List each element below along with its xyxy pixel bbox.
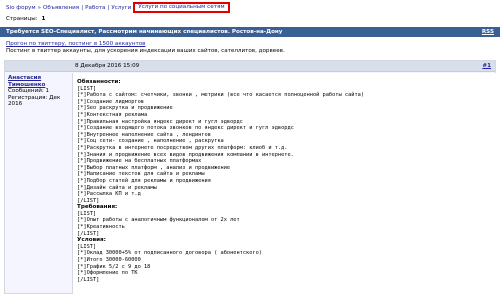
thread-title: Требуется SEO-Специалист, Рассмотрим нач… [6, 29, 283, 35]
post-text-line: [*]График 5/2 с 9 до 18 [77, 263, 151, 270]
breadcrumb: Sio форум » Объявления | Работа | Услуги… [6, 2, 230, 13]
post-text-line: [/LIST] [77, 276, 100, 283]
author-name[interactable]: Анастасия Тимошенко [8, 75, 67, 88]
post-number-link[interactable]: #1 [482, 63, 491, 69]
breadcrumb-item-forum[interactable]: Sio форум [6, 5, 36, 11]
sponsored-ad: Прогон по твиттеру, постинг в 1500 аккау… [4, 40, 496, 57]
post-section-heading: Условия: [77, 237, 106, 244]
post-text-line: [*]Правильная настройка яндекс директ и … [77, 118, 243, 125]
post-text-line: [*]Контекстная реклама [77, 111, 148, 118]
post-text-line: [*]Внутреннее наполнение сайта , лендинг… [77, 131, 211, 138]
post-text-line: [*]Создание лидморгов [77, 98, 144, 105]
breadcrumb-item-announcements[interactable]: Объявления [43, 5, 79, 11]
post-text-line: [*]Дизайн сайта и рекламы [77, 184, 157, 191]
breadcrumb-item-work[interactable]: Работа [85, 5, 105, 11]
post-text-line: [*]Соц сети- создание , наполнение , рас… [77, 138, 224, 145]
post-text-line: [*]Креативность [77, 224, 125, 231]
post: 8 Декабря 2016 15:09 #1 Анастасия Тимоше… [4, 60, 496, 294]
post-text-line: [*]Создание входящего потока звонков по … [77, 125, 294, 132]
ad-link[interactable]: Прогон по твиттеру, постинг в 1500 аккау… [6, 41, 494, 48]
post-text-line: [*]Раскрутка в интернете посредством дру… [77, 144, 288, 151]
post-section-heading: Обязанности: [77, 79, 121, 85]
thread-title-bar: Требуется SEO-Специалист, Рассмотрим нач… [0, 27, 500, 37]
post-author-info: Анастасия Тимошенко Сообщений: 1 Регистр… [5, 73, 70, 110]
pagination-label: Страницы: [6, 15, 38, 22]
post-text-line: [*]Seo раскрутка и продвижение [77, 105, 173, 112]
post-text-line: [/LIST] [77, 230, 100, 237]
post-date: 8 Декабря 2016 15:09 [75, 63, 140, 69]
post-text-line: [*]Итого 30000-60000 [77, 257, 141, 264]
post-text-line: [*]Написание текстов для сайта и рекламы [77, 171, 205, 178]
post-text-line: [*]Подбор статей для рекламы и продвижен… [77, 177, 211, 184]
pagination-count: 1 [41, 15, 46, 22]
post-text-line: [*]Работа с сайтом: счетчики, звонки , м… [77, 92, 365, 99]
rss-link[interactable]: RSS [482, 29, 494, 35]
pagination: Страницы: 1 [6, 14, 46, 23]
breadcrumb-item-services[interactable]: Услуги [111, 5, 131, 11]
breadcrumb-current-section[interactable]: Услуги по социальным сетям [133, 2, 230, 13]
post-text-line: [*]Опыт работы с аналогичным функционало… [77, 217, 240, 224]
ad-description: Постинг в твиттер аккаунты, для ускорени… [6, 48, 285, 54]
post-text-line: [*]Выбор платных платформ , анализ и про… [77, 164, 231, 171]
post-body: Обязанности: [LIST] [*]Работа с сайтом: сч… [72, 73, 496, 294]
post-text-line: [*]Оформление по ТК [77, 270, 138, 277]
post-text-line: [*]Продвижение на бесплатных платформах [77, 158, 202, 165]
breadcrumb-separator: » [37, 4, 42, 11]
post-header: 8 Декабря 2016 15:09 #1 [5, 61, 495, 72]
author-registered: Регистрация: Дек 2016 [8, 94, 61, 108]
post-text-line: [*]Оклад 30000+5% от подписанного догово… [77, 250, 262, 257]
post-text-line: [/LIST] [77, 197, 100, 204]
post-section-heading: Требования: [77, 204, 118, 211]
post-text-line: [*]Рассылка КП и т.д [77, 191, 141, 198]
